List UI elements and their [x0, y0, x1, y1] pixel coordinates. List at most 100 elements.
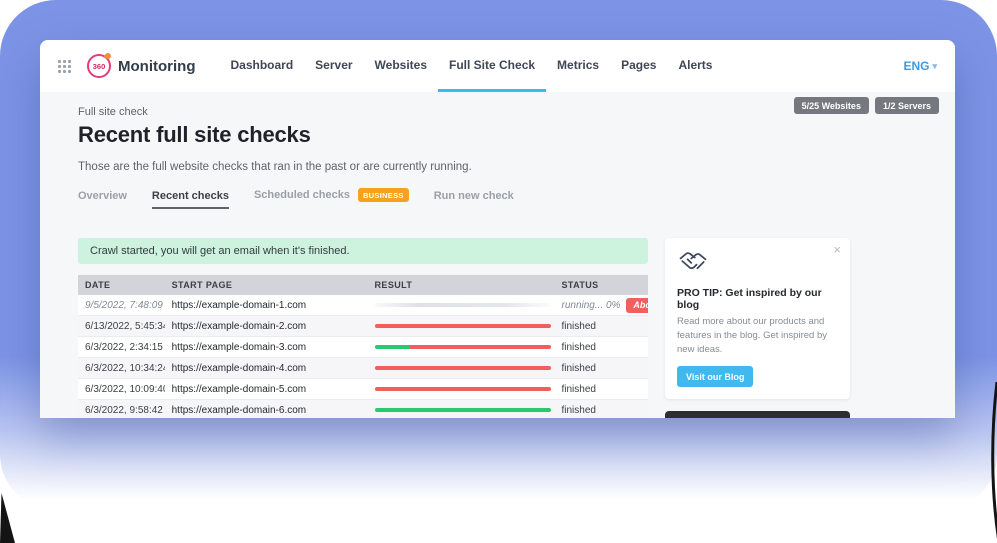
check-start-page: https://example-domain-3.com: [165, 342, 368, 353]
progress-success-segment: [375, 345, 410, 350]
check-start-page: https://example-domain-5.com: [165, 384, 368, 395]
column-header-result: RESULT: [368, 280, 555, 290]
nav-item-pages[interactable]: Pages: [610, 40, 667, 92]
check-status: finished: [554, 342, 648, 353]
language-label: ENG: [903, 59, 929, 73]
pro-tip-card: × PRO TIP: Get inspired by our blog: [665, 238, 850, 399]
check-start-page: https://example-domain-1.com: [165, 300, 368, 311]
progress-bar: [375, 387, 551, 392]
table-row[interactable]: 6/3/2022, 2:34:15 PMhttps://example-doma…: [78, 337, 648, 358]
table-row[interactable]: 6/3/2022, 10:09:40 AMhttps://example-dom…: [78, 379, 648, 400]
progress-bar: [375, 303, 551, 308]
progress-error-segment: [375, 387, 551, 392]
check-start-page: https://example-domain-6.com: [165, 405, 368, 416]
progress-error-segment: [375, 366, 551, 371]
table-row[interactable]: 6/3/2022, 10:34:24 AMhttps://example-dom…: [78, 358, 648, 379]
chevron-down-icon: ▾: [932, 61, 937, 72]
check-date: 9/5/2022, 7:48:09 AM: [78, 300, 165, 311]
tab-label: Run new check: [434, 190, 514, 202]
progress-error-segment: [410, 345, 551, 350]
check-result: [368, 345, 555, 350]
check-date: 6/3/2022, 2:34:15 PM: [78, 342, 165, 353]
check-start-page: https://example-domain-4.com: [165, 363, 368, 374]
tab-recent-checks[interactable]: Recent checks: [152, 190, 229, 209]
status-card: Status SERVERS0 open alert(s)0 servers d…: [665, 411, 850, 418]
quota-badges: 5/25 Websites 1/2 Servers: [794, 97, 939, 114]
check-result: [368, 408, 555, 413]
check-status: finished: [554, 405, 648, 416]
status-text: finished: [561, 342, 595, 353]
tab-label: Scheduled checks: [254, 189, 350, 201]
close-icon[interactable]: ×: [833, 243, 841, 256]
progress-error-segment: [375, 324, 551, 329]
abort-button[interactable]: Abort: [626, 298, 648, 313]
check-status: finished: [554, 321, 648, 332]
nav-item-server[interactable]: Server: [304, 40, 363, 92]
column-header-start-page: START PAGE: [165, 280, 368, 290]
check-date: 6/3/2022, 9:58:42 AM: [78, 405, 165, 416]
check-result: [368, 303, 555, 308]
apps-grid-icon[interactable]: [58, 60, 71, 73]
nav-menu: DashboardServerWebsitesFull Site CheckMe…: [219, 40, 723, 92]
tab-overview[interactable]: Overview: [78, 190, 127, 209]
page-description: Those are the full website checks that r…: [78, 161, 955, 173]
table-body: 9/5/2022, 7:48:09 AMhttps://example-doma…: [78, 295, 648, 418]
pro-tip-title: PRO TIP: Get inspired by our blog: [677, 287, 838, 311]
column-header-date: DATE: [78, 280, 165, 290]
progress-bar: [375, 324, 551, 329]
success-alert: Crawl started, you will get an email whe…: [78, 238, 648, 264]
quota-badge-5-25-websites[interactable]: 5/25 Websites: [794, 97, 869, 114]
marketing-canvas: 360 Monitoring DashboardServerWebsitesFu…: [0, 0, 997, 543]
main-column: Crawl started, you will get an email whe…: [78, 238, 648, 418]
status-text: finished: [561, 384, 595, 395]
quota-badge-1-2-servers[interactable]: 1/2 Servers: [875, 97, 939, 114]
content-columns: Crawl started, you will get an email whe…: [78, 238, 955, 418]
check-result: [368, 387, 555, 392]
handshake-icon: [677, 250, 709, 274]
check-status: finished: [554, 363, 648, 374]
page-title: Recent full site checks: [78, 122, 955, 148]
check-result: [368, 324, 555, 329]
tab-label: Overview: [78, 190, 127, 202]
nav-item-dashboard[interactable]: Dashboard: [219, 40, 304, 92]
top-nav: 360 Monitoring DashboardServerWebsitesFu…: [40, 40, 955, 92]
nav-item-full-site-check[interactable]: Full Site Check: [438, 40, 546, 92]
status-text: finished: [561, 405, 595, 416]
nav-item-alerts[interactable]: Alerts: [667, 40, 723, 92]
table-row[interactable]: 6/3/2022, 9:58:42 AMhttps://example-doma…: [78, 400, 648, 418]
checks-table: DATESTART PAGERESULTSTATUS 9/5/2022, 7:4…: [78, 275, 648, 418]
tabs: Overview Recent checks Scheduled checks BUS…: [78, 188, 955, 209]
logo-text: Monitoring: [118, 58, 195, 75]
check-date: 6/13/2022, 5:45:34 PM: [78, 321, 165, 332]
pro-tip-body: Read more about our products and feature…: [677, 315, 838, 356]
flame-icon: [104, 52, 112, 60]
table-header: DATESTART PAGERESULTSTATUS: [78, 275, 648, 295]
decor-black-sliver: [989, 382, 997, 543]
content-area: 5/25 Websites1/2 Servers Full site check…: [40, 92, 955, 418]
language-selector[interactable]: ENG ▾: [903, 40, 937, 92]
check-result: [368, 366, 555, 371]
app-window: 360 Monitoring DashboardServerWebsitesFu…: [40, 40, 955, 418]
check-date: 6/3/2022, 10:34:24 AM: [78, 363, 165, 374]
status-text: running... 0%: [561, 300, 620, 311]
tab-scheduled-checks[interactable]: Scheduled checks BUSINESS: [254, 188, 409, 209]
check-date: 6/3/2022, 10:09:40 AM: [78, 384, 165, 395]
nav-item-websites[interactable]: Websites: [364, 40, 438, 92]
progress-bar: [375, 408, 551, 413]
nav-item-metrics[interactable]: Metrics: [546, 40, 610, 92]
table-row[interactable]: 9/5/2022, 7:48:09 AMhttps://example-doma…: [78, 295, 648, 316]
column-header-status: STATUS: [554, 280, 648, 290]
tab-label: Recent checks: [152, 190, 229, 202]
visit-blog-button[interactable]: Visit our Blog: [677, 366, 753, 387]
check-status: running... 0% Abort: [554, 298, 648, 313]
status-text: finished: [561, 363, 595, 374]
check-status: finished: [554, 384, 648, 395]
table-row[interactable]: 6/13/2022, 5:45:34 PMhttps://example-dom…: [78, 316, 648, 337]
tab-run-new-check[interactable]: Run new check: [434, 190, 514, 209]
progress-success-segment: [375, 408, 551, 413]
business-badge: BUSINESS: [358, 188, 409, 202]
alert-message: Crawl started, you will get an email whe…: [90, 245, 350, 257]
status-text: finished: [561, 321, 595, 332]
progress-bar: [375, 345, 551, 350]
logo[interactable]: 360 Monitoring: [87, 40, 195, 92]
